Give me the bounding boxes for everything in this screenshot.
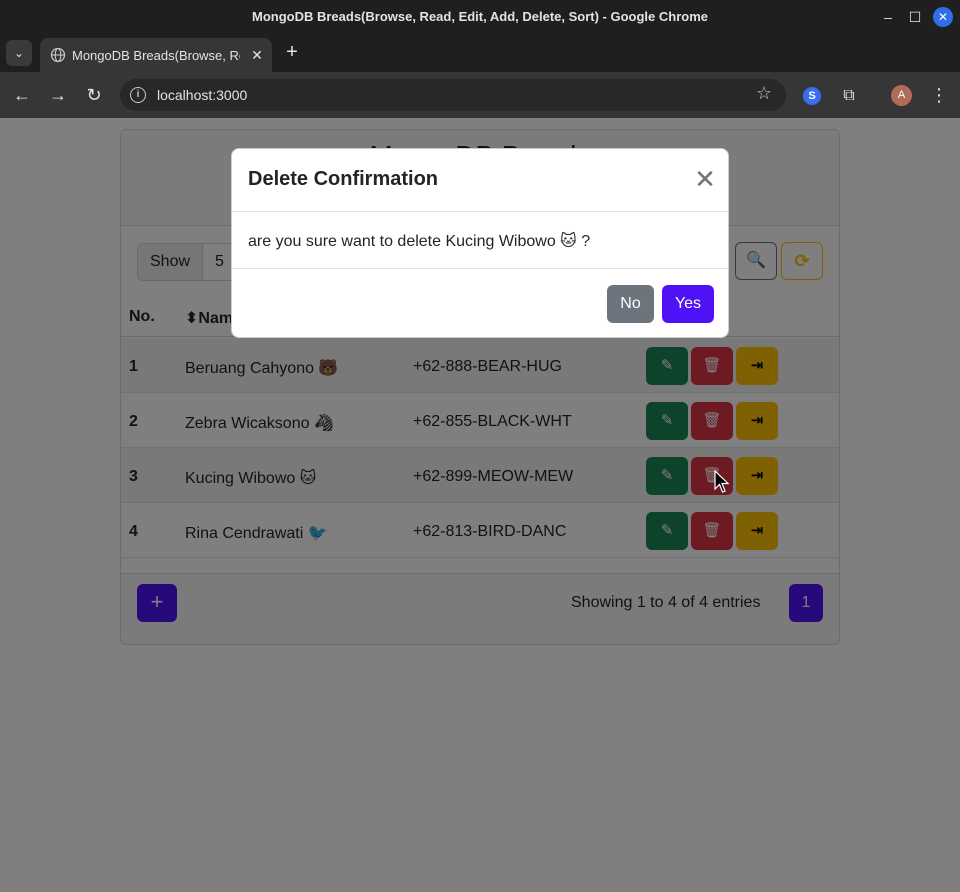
window-close-icon[interactable]: ✕ — [933, 7, 953, 27]
yes-button[interactable]: Yes — [662, 285, 714, 323]
tab-close-icon[interactable]: ✕ — [248, 46, 266, 64]
minimize-icon[interactable]: – — [878, 7, 898, 27]
extension-icon[interactable]: S — [803, 87, 821, 105]
extensions-puzzle-icon[interactable]: ⧉ — [838, 85, 860, 107]
no-button[interactable]: No — [607, 285, 654, 323]
address-bar[interactable]: i localhost:3000 ☆ — [120, 79, 786, 111]
chrome-menu-icon[interactable]: ⋮ — [930, 83, 948, 107]
mouse-cursor-icon — [714, 470, 730, 493]
maximize-icon[interactable]: ☐ — [905, 7, 925, 27]
bookmark-star-icon[interactable]: ☆ — [756, 83, 772, 104]
modal-message: are you sure want to delete Kucing Wibow… — [248, 233, 591, 250]
delete-confirmation-modal: Delete Confirmation ✕ are you sure want … — [231, 148, 729, 338]
modal-title: Delete Confirmation — [248, 168, 439, 190]
reload-icon[interactable]: ↻ — [82, 83, 106, 107]
back-icon[interactable]: ← — [10, 83, 34, 107]
tab-active[interactable]: MongoDB Breads(Browse, Read, Edit, Add, … — [40, 38, 272, 72]
profile-avatar[interactable]: A — [891, 85, 912, 106]
modal-header: Delete Confirmation ✕ — [232, 149, 728, 212]
tab-search-icon[interactable]: ⌄ — [6, 40, 32, 66]
modal-close-icon[interactable]: ✕ — [694, 166, 716, 192]
forward-icon[interactable]: → — [46, 83, 70, 107]
modal-footer: No Yes — [232, 268, 728, 338]
browser-toolbar: ← → ↻ i localhost:3000 ☆ S ⧉ A ⋮ — [0, 72, 960, 118]
tab-title: MongoDB Breads(Browse, Read, Edit, Add, … — [72, 48, 240, 63]
url-text[interactable]: localhost:3000 — [157, 87, 247, 103]
tab-strip: ⌄ MongoDB Breads(Browse, Read, Edit, Add… — [0, 34, 960, 72]
window-titlebar: MongoDB Breads(Browse, Read, Edit, Add, … — [0, 0, 960, 34]
globe-icon — [50, 47, 66, 63]
new-tab-icon[interactable]: + — [282, 42, 302, 63]
window-title: MongoDB Breads(Browse, Read, Edit, Add, … — [251, 9, 708, 24]
site-info-icon[interactable]: i — [130, 87, 146, 103]
